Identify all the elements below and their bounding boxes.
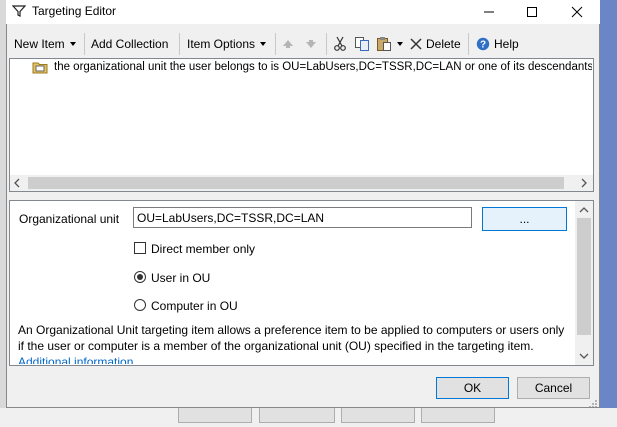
svg-text:?: ?	[480, 40, 486, 51]
tree-item[interactable]: the organizational unit the user belongs…	[32, 60, 592, 74]
arrow-down-icon	[306, 40, 316, 48]
minimize-button[interactable]	[467, 0, 511, 24]
ou-input[interactable]	[133, 207, 472, 228]
background-button	[341, 408, 415, 423]
item-options-button[interactable]: Item Options	[187, 35, 267, 53]
help-button[interactable]: ? Help	[476, 35, 519, 53]
toolbar-separator	[326, 33, 327, 55]
ou-label: Organizational unit	[19, 212, 120, 226]
computer-in-ou-radio[interactable]	[134, 299, 146, 311]
chevron-down-icon	[69, 42, 76, 46]
radio-selected-dot	[137, 274, 143, 280]
copy-icon	[355, 37, 369, 51]
background-button	[178, 408, 252, 423]
close-button[interactable]	[555, 0, 599, 24]
move-down-button[interactable]	[304, 35, 318, 53]
description-body: An Organizational Unit targeting item al…	[18, 323, 565, 353]
help-label: Help	[494, 37, 519, 51]
paste-button[interactable]	[376, 35, 403, 53]
additional-information-link[interactable]: Additional information...	[18, 355, 143, 364]
scissors-icon	[334, 36, 346, 51]
add-collection-label: Add Collection	[91, 37, 169, 51]
cancel-button[interactable]: Cancel	[517, 377, 590, 399]
browse-button[interactable]: ...	[482, 207, 567, 231]
scroll-right-icon[interactable]	[580, 177, 588, 192]
maximize-icon	[527, 7, 537, 17]
window-title: Targeting Editor	[32, 4, 117, 18]
targeting-items-tree[interactable]	[9, 58, 594, 192]
close-icon	[571, 6, 583, 18]
tree-item-label: the organizational unit the user belongs…	[54, 61, 592, 73]
arrow-up-icon	[283, 40, 293, 48]
delete-icon	[410, 38, 422, 50]
paste-icon	[377, 37, 391, 51]
user-in-ou-radio[interactable]	[134, 271, 146, 283]
add-collection-button[interactable]: Add Collection	[91, 35, 168, 53]
background-button	[421, 408, 495, 423]
toolbar-separator	[84, 33, 85, 55]
delete-button[interactable]: Delete	[410, 35, 461, 53]
computer-in-ou-label: Computer in OU	[151, 299, 238, 313]
ok-button[interactable]: OK	[436, 377, 509, 399]
toolbar-separator	[468, 33, 469, 55]
new-item-button[interactable]: New Item	[14, 35, 76, 53]
scroll-left-icon[interactable]	[13, 177, 21, 192]
move-up-button[interactable]	[281, 35, 295, 53]
filter-icon	[11, 4, 27, 18]
vertical-scrollbar-thumb[interactable]	[577, 218, 591, 335]
user-in-ou-label: User in OU	[151, 271, 211, 285]
background-button	[259, 408, 335, 423]
chevron-down-icon	[260, 42, 267, 46]
resize-grip-icon[interactable]	[588, 398, 598, 408]
scroll-down-icon[interactable]	[579, 349, 589, 363]
new-item-label: New Item	[14, 37, 65, 51]
toolbar-separator	[179, 33, 180, 55]
background-window-right-edge	[600, 0, 617, 427]
direct-member-label: Direct member only	[151, 242, 256, 256]
delete-label: Delete	[426, 37, 461, 51]
scroll-up-icon[interactable]	[579, 203, 589, 217]
direct-member-checkbox[interactable]	[134, 242, 146, 254]
copy-button[interactable]	[354, 35, 370, 53]
toolbar-separator	[275, 33, 276, 55]
chevron-down-icon	[397, 42, 403, 46]
item-options-label: Item Options	[187, 37, 256, 51]
description-text: An Organizational Unit targeting item al…	[18, 322, 570, 364]
cut-button[interactable]	[333, 35, 347, 53]
horizontal-scrollbar-thumb[interactable]	[28, 177, 564, 189]
maximize-button[interactable]	[510, 0, 554, 24]
help-icon: ?	[476, 37, 490, 51]
minimize-icon	[484, 11, 494, 13]
ou-folder-icon	[32, 62, 48, 74]
